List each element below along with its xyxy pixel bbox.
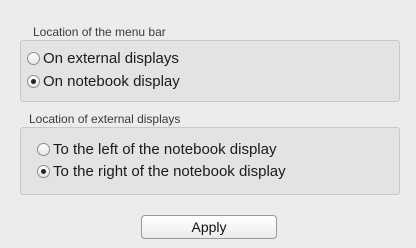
menu-bar-location-label: Location of the menu bar	[33, 25, 166, 39]
radio-button-unselected	[37, 143, 50, 156]
radio-left-of-notebook[interactable]: To the left of the notebook display	[37, 141, 276, 158]
radio-selected-dot	[31, 79, 36, 84]
radio-label-right-of-notebook: To the right of the notebook display	[53, 163, 286, 180]
radio-label-left-of-notebook: To the left of the notebook display	[53, 141, 277, 158]
radio-label-on-external-displays: On external displays	[43, 50, 179, 67]
apply-button[interactable]: Apply	[141, 215, 277, 239]
radio-button-unselected	[27, 52, 40, 65]
radio-button-selected	[37, 165, 50, 178]
radio-label-on-notebook-display: On notebook display	[43, 73, 180, 90]
radio-button-selected	[27, 75, 40, 88]
external-displays-location-label: Location of external displays	[29, 112, 181, 126]
radio-on-external-displays[interactable]: On external displays	[27, 50, 179, 67]
radio-right-of-notebook[interactable]: To the right of the notebook display	[37, 163, 286, 180]
radio-on-notebook-display[interactable]: On notebook display	[27, 73, 180, 90]
radio-selected-dot	[41, 169, 46, 174]
external-displays-location-group	[20, 127, 400, 195]
